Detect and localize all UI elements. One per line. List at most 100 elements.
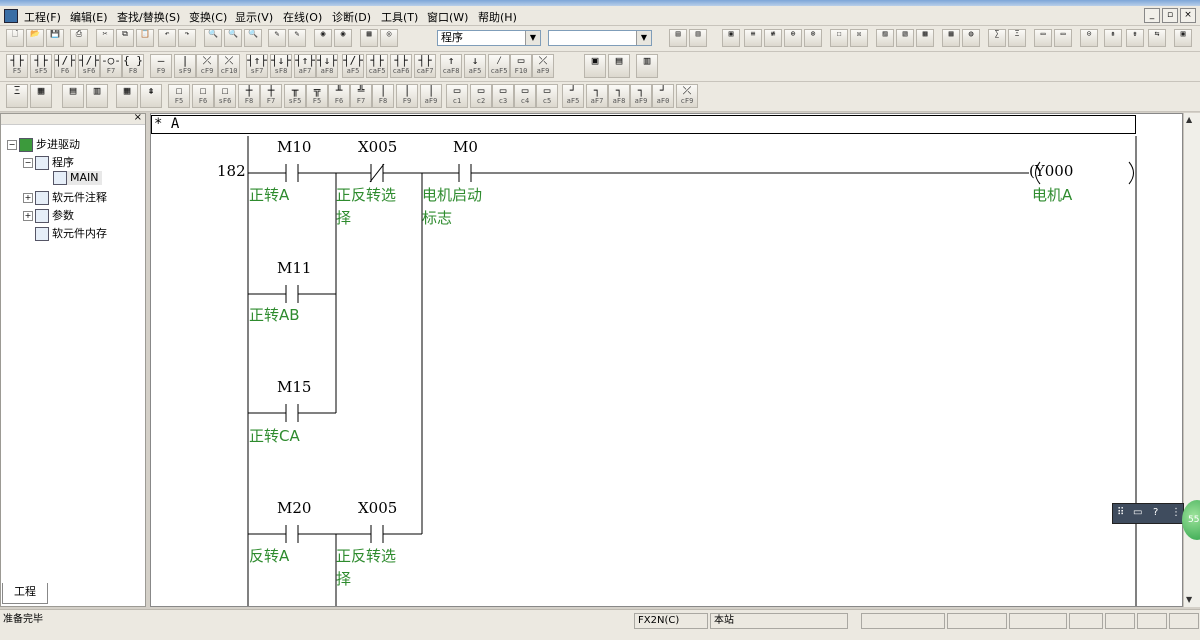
operation-up-icon[interactable]: ↑ caF8 — [440, 54, 462, 78]
window-a-icon[interactable]: ▭ — [1034, 29, 1052, 47]
coil-icon[interactable]: -○- F7 — [100, 54, 122, 78]
close-button[interactable]: × — [1180, 8, 1196, 23]
sfc-af9-icon[interactable]: ┐ aF9 — [630, 84, 652, 108]
draw-line-icon[interactable]: ⁄ caF5 — [488, 54, 510, 78]
grip-icon[interactable]: ⠿ — [1117, 507, 1124, 518]
help-icon[interactable]: ? — [1153, 507, 1158, 518]
menu-convert[interactable]: 变换(C) — [189, 9, 227, 25]
menu-tools[interactable]: 工具(T) — [381, 9, 418, 25]
rising-pulse-icon[interactable]: ┤↑├ sF7 — [246, 54, 268, 78]
menu-diagnostics[interactable]: 诊断(D) — [332, 9, 371, 25]
program-type-select[interactable]: 程序 ▼ — [437, 30, 541, 46]
tree-item-program[interactable]: − 程序 — [23, 154, 74, 170]
expand-icon[interactable]: + — [23, 211, 33, 221]
redo-icon[interactable]: ↷ — [178, 29, 196, 47]
tree-root[interactable]: − 步进驱动 — [7, 136, 80, 152]
insert-col-icon[interactable]: ⇆ — [1148, 29, 1166, 47]
sfc-c5-icon[interactable]: ▭ c5 — [536, 84, 558, 108]
contact-device-label[interactable]: M10 — [277, 138, 311, 156]
display-icon[interactable]: ▣ — [1174, 29, 1192, 47]
monitor-write-icon[interactable]: ◉ — [334, 29, 352, 47]
ladder-monitor-icon[interactable]: ≢ — [764, 29, 782, 47]
sfc-c1-icon[interactable]: ▭ c1 — [446, 84, 468, 108]
menu-dots-icon[interactable]: ⋮ — [1171, 507, 1181, 518]
restore-button[interactable]: ▫ — [1162, 8, 1178, 23]
sfc-parallel-icon[interactable]: ╦ F5 — [306, 84, 328, 108]
sfc-select-merge-icon[interactable]: ╨ F6 — [328, 84, 350, 108]
step-out-icon[interactable]: Ξ — [1008, 29, 1026, 47]
collapse-icon[interactable]: − — [7, 140, 17, 150]
find-instruction-icon[interactable]: 🔍 — [224, 29, 242, 47]
sfc-cf9-icon[interactable]: ⤫ cF9 — [676, 84, 698, 108]
sfc-af8-icon[interactable]: ┐ aF8 — [608, 84, 630, 108]
tree-item-parameter[interactable]: + 参数 — [23, 207, 74, 223]
list-view-icon[interactable]: ▥ — [689, 29, 707, 47]
menu-project[interactable]: 工程(F) — [24, 9, 61, 25]
window-b-icon[interactable]: ▭ — [1054, 29, 1072, 47]
sfc-parallel-merge-icon[interactable]: ╩ F7 — [350, 84, 372, 108]
menu-window[interactable]: 窗口(W) — [427, 9, 468, 25]
contact-edge-b-icon[interactable]: ┤├ caF6 — [390, 54, 412, 78]
search-device-icon[interactable]: ⊕ — [784, 29, 802, 47]
sfc-c3-icon[interactable]: ▭ c3 — [492, 84, 514, 108]
step-in-icon[interactable]: ∑ — [988, 29, 1006, 47]
sfc-step-f5-icon[interactable]: ☐ F5 — [168, 84, 190, 108]
plc-read-icon[interactable]: ▣ — [722, 29, 740, 47]
monitor-icon[interactable]: ◉ — [314, 29, 332, 47]
falling-pulse-icon[interactable]: ┤↓├ sF8 — [270, 54, 292, 78]
contact-device-label[interactable]: M20 — [277, 499, 311, 517]
contact-edge-c-icon[interactable]: ┤├ caF7 — [414, 54, 436, 78]
undo-icon[interactable]: ↶ — [158, 29, 176, 47]
read-plc-icon[interactable]: ✎ — [288, 29, 306, 47]
search-instruction-icon[interactable]: ⊗ — [804, 29, 822, 47]
insert-row-icon[interactable]: ⇞ — [1104, 29, 1122, 47]
keyboard-icon[interactable]: ▭ — [1133, 507, 1142, 518]
sfc-c4-icon[interactable]: ▭ c4 — [514, 84, 536, 108]
parallel-no-icon[interactable]: ┤├ sF5 — [30, 54, 52, 78]
sfc-transition-f7-icon[interactable]: ┼ F7 — [260, 84, 282, 108]
contact-device-label[interactable]: X005 — [358, 499, 397, 517]
paste-icon[interactable]: 📋 — [136, 29, 154, 47]
application-instr-icon[interactable]: { } F8 — [122, 54, 144, 78]
menu-help[interactable]: 帮助(H) — [478, 9, 517, 25]
menu-edit[interactable]: 编辑(E) — [70, 9, 108, 25]
note-batch-icon[interactable]: ▧ — [896, 29, 914, 47]
program-name-select[interactable]: ▼ — [548, 30, 652, 46]
contact-device-label[interactable]: M0 — [453, 138, 478, 156]
tree-item-device-memory[interactable]: 软元件内存 — [35, 225, 107, 241]
contact-device-label[interactable]: M15 — [277, 378, 311, 396]
device-batch-icon[interactable]: ▦ — [360, 29, 378, 47]
scroll-down-icon[interactable]: ▼ — [1186, 595, 1192, 604]
contact-nc-icon[interactable]: ┤/├ F6 — [54, 54, 76, 78]
chevron-down-icon[interactable]: ▼ — [525, 31, 540, 45]
save-icon[interactable]: 💾 — [46, 29, 64, 47]
contact-no-icon[interactable]: ┤├ F5 — [6, 54, 28, 78]
find-step-icon[interactable]: 🔍 — [244, 29, 262, 47]
ladder-editor[interactable]: * A 182 M10 正转A X005 正反转选 择 M0 电机启动 标志 (… — [150, 113, 1183, 607]
expand-icon[interactable]: + — [23, 193, 33, 203]
invert-icon[interactable]: ┤/├ aF5 — [342, 54, 364, 78]
note-icon[interactable]: ▨ — [876, 29, 894, 47]
delete-row-icon[interactable]: ⇟ — [1126, 29, 1144, 47]
scroll-up-icon[interactable]: ▲ — [1186, 115, 1192, 124]
delete-vertical-icon[interactable]: ⤫ cF10 — [218, 54, 240, 78]
sfc-transition-f8-icon[interactable]: ┼ F8 — [238, 84, 260, 108]
contact-device-label[interactable]: M11 — [277, 259, 311, 277]
chevron-down-icon[interactable]: ▼ — [636, 31, 651, 45]
menu-online[interactable]: 在线(O) — [283, 9, 322, 25]
project-tab[interactable]: 工程 — [2, 583, 48, 604]
collapse-icon[interactable]: − — [23, 158, 33, 168]
print-icon[interactable]: ⎙ — [70, 29, 88, 47]
operation-down-icon[interactable]: ↓ aF5 — [464, 54, 486, 78]
vertical-line-icon[interactable]: | sF9 — [174, 54, 196, 78]
menu-find-replace[interactable]: 查找/替换(S) — [117, 9, 180, 25]
magnify-icon[interactable]: ⊙ — [1080, 29, 1098, 47]
tree-item-main[interactable]: MAIN — [53, 171, 102, 185]
sfc-block-icon[interactable]: ▦ — [30, 84, 52, 108]
line-delete-icon[interactable]: ⤫ aF9 — [532, 54, 554, 78]
statement-icon[interactable]: ☒ — [850, 29, 868, 47]
parallel-nc-icon[interactable]: ┤/├ sF6 — [78, 54, 100, 78]
write-plc-icon[interactable]: ✎ — [268, 29, 286, 47]
new-file-icon[interactable]: 🗋 — [6, 29, 24, 47]
sfc-list-icon[interactable]: ▤ — [62, 84, 84, 108]
